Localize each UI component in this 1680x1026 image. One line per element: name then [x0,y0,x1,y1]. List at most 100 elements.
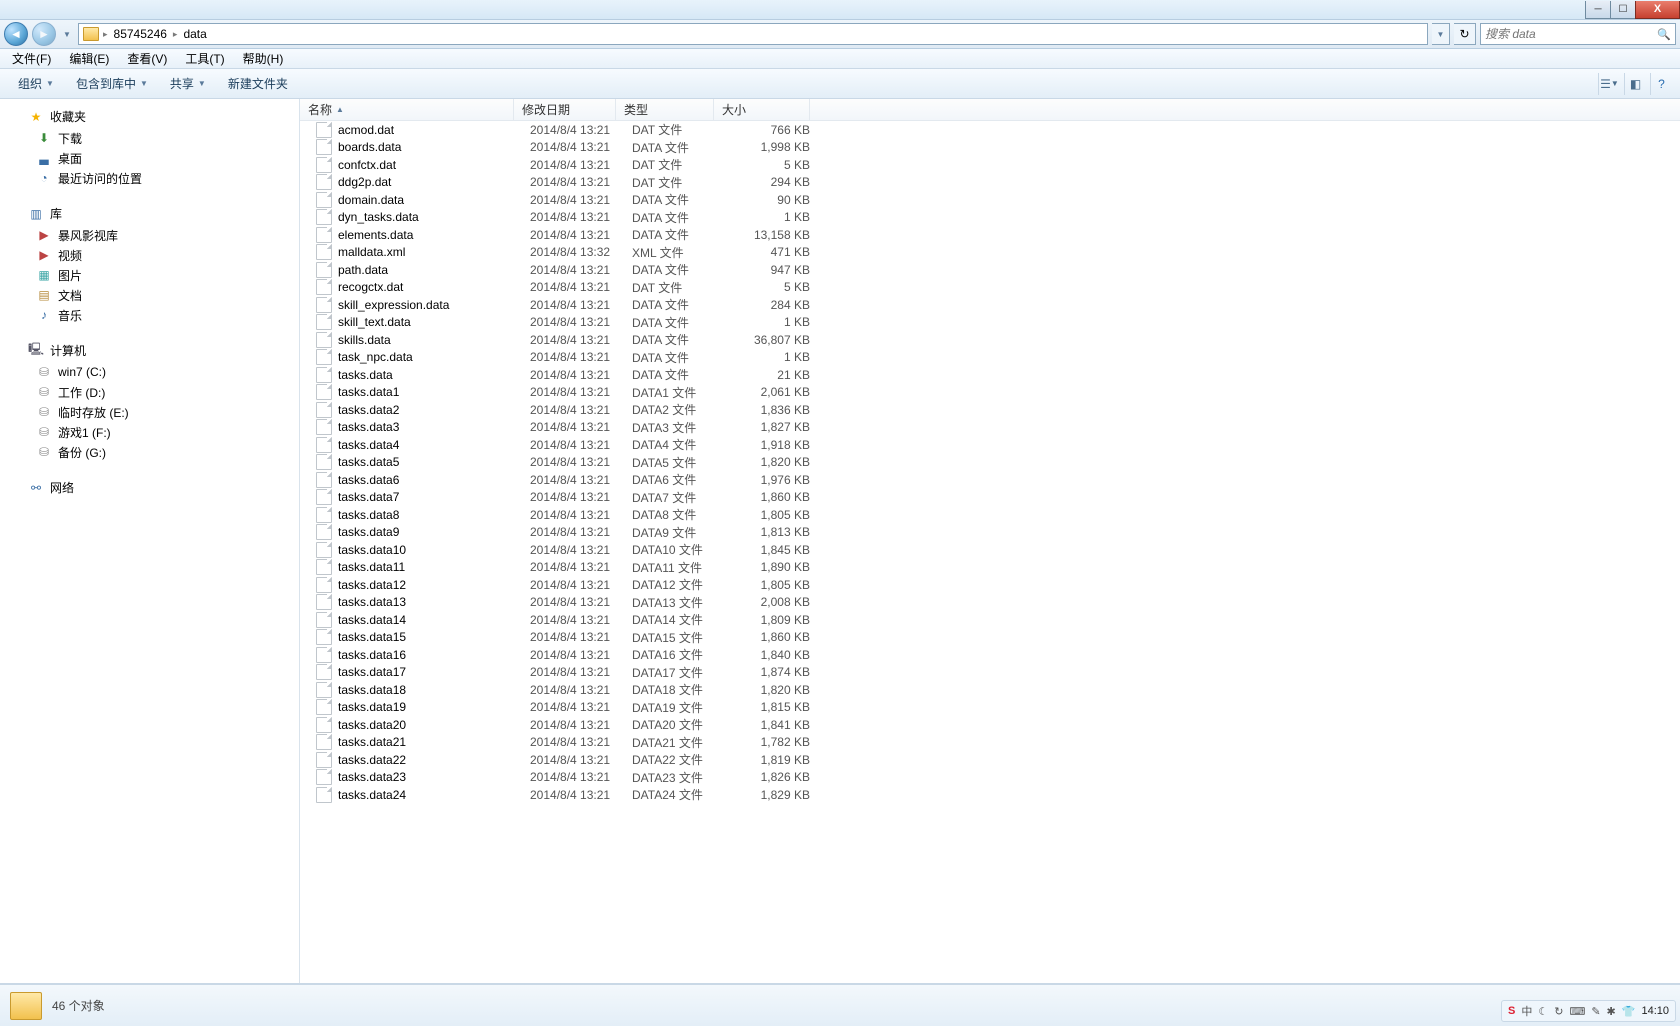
file-row[interactable]: tasks.data12014/8/4 13:21DATA1 文件2,061 K… [300,384,1680,402]
file-row[interactable]: tasks.data142014/8/4 13:21DATA14 文件1,809… [300,611,1680,629]
keyboard-icon[interactable]: ⌨ [1569,1005,1585,1018]
breadcrumb-seg1[interactable]: 85745246 [112,24,169,44]
file-row[interactable]: tasks.data212014/8/4 13:21DATA21 文件1,782… [300,734,1680,752]
column-name[interactable]: 名称▲ [300,99,514,120]
sidebar-music[interactable]: ♪音乐 [6,305,299,325]
file-row[interactable]: tasks.data22014/8/4 13:21DATA2 文件1,836 K… [300,401,1680,419]
maximize-button[interactable]: ☐ [1610,1,1636,19]
file-row[interactable]: skill_expression.data2014/8/4 13:21DATA … [300,296,1680,314]
view-mode-button[interactable]: ☰ ▼ [1598,73,1620,95]
tool-icon[interactable]: ✎ [1591,1005,1600,1018]
file-row[interactable]: tasks.data172014/8/4 13:21DATA17 文件1,874… [300,664,1680,682]
menu-view[interactable]: 查看(V) [119,48,175,69]
file-row[interactable]: skill_text.data2014/8/4 13:21DATA 文件1 KB [300,314,1680,332]
sidebar-drive-g[interactable]: ⛁备份 (G:) [6,442,299,462]
file-row[interactable]: skills.data2014/8/4 13:21DATA 文件36,807 K… [300,331,1680,349]
file-row[interactable]: tasks.data162014/8/4 13:21DATA16 文件1,840… [300,646,1680,664]
file-row[interactable]: tasks.data2014/8/4 13:21DATA 文件21 KB [300,366,1680,384]
file-row[interactable]: tasks.data242014/8/4 13:21DATA24 文件1,829… [300,786,1680,804]
file-row[interactable]: recogctx.dat2014/8/4 13:21DAT 文件5 KB [300,279,1680,297]
file-row[interactable]: tasks.data32014/8/4 13:21DATA3 文件1,827 K… [300,419,1680,437]
file-row[interactable]: malldata.xml2014/8/4 13:32XML 文件471 KB [300,244,1680,262]
menu-help[interactable]: 帮助(H) [235,48,292,69]
history-dropdown[interactable]: ▼ [60,24,74,44]
forward-button[interactable]: ► [32,22,56,46]
menu-tools[interactable]: 工具(T) [177,48,232,69]
sidebar-recent[interactable]: ◔最近访问的位置 [6,168,299,188]
column-date[interactable]: 修改日期 [514,99,616,120]
preview-pane-button[interactable]: ◧ [1624,73,1646,95]
file-row[interactable]: tasks.data62014/8/4 13:21DATA6 文件1,976 K… [300,471,1680,489]
minimize-button[interactable]: ─ [1585,1,1611,19]
sidebar-drive-d[interactable]: ⛁工作 (D:) [6,382,299,402]
help-button[interactable]: ? [1650,73,1672,95]
file-row[interactable]: tasks.data82014/8/4 13:21DATA8 文件1,805 K… [300,506,1680,524]
ime-icon[interactable]: S [1508,1005,1515,1017]
sidebar-downloads[interactable]: ⬇下载 [6,128,299,148]
search-icon[interactable]: 🔍 [1657,28,1671,41]
share-button[interactable]: 共享▼ [160,71,216,96]
file-row[interactable]: confctx.dat2014/8/4 13:21DAT 文件5 KB [300,156,1680,174]
file-row[interactable]: tasks.data192014/8/4 13:21DATA19 文件1,815… [300,699,1680,717]
clock[interactable]: 14:10 [1641,1005,1669,1017]
sidebar-drive-c[interactable]: ⛁win7 (C:) [6,362,299,382]
file-row[interactable]: task_npc.data2014/8/4 13:21DATA 文件1 KB [300,349,1680,367]
file-list[interactable]: acmod.dat2014/8/4 13:21DAT 文件766 KBboard… [300,121,1680,983]
file-row[interactable]: tasks.data42014/8/4 13:21DATA4 文件1,918 K… [300,436,1680,454]
sync-icon[interactable]: ↻ [1554,1005,1563,1018]
file-row[interactable]: boards.data2014/8/4 13:21DATA 文件1,998 KB [300,139,1680,157]
breadcrumb-sep[interactable]: ▸ [173,29,178,40]
file-row[interactable]: domain.data2014/8/4 13:21DATA 文件90 KB [300,191,1680,209]
skin-icon[interactable]: 👕 [1622,1005,1636,1018]
refresh-button[interactable]: ↻ [1454,23,1476,45]
file-row[interactable]: ddg2p.dat2014/8/4 13:21DAT 文件294 KB [300,174,1680,192]
breadcrumb-sep[interactable]: ▸ [103,29,108,40]
menu-edit[interactable]: 编辑(E) [61,48,117,69]
sidebar-network[interactable]: ⚯网络 [6,476,299,499]
file-row[interactable]: dyn_tasks.data2014/8/4 13:21DATA 文件1 KB [300,209,1680,227]
navigation-pane[interactable]: ★收藏夹 ⬇下载 ▃桌面 ◔最近访问的位置 ▥库 ▶暴风影视库 ▶视频 ▦图片 … [0,99,300,983]
ime-label[interactable]: 中 [1521,1003,1532,1019]
back-button[interactable]: ◄ [4,22,28,46]
file-row[interactable]: tasks.data202014/8/4 13:21DATA20 文件1,841… [300,716,1680,734]
sidebar-drive-e[interactable]: ⛁临时存放 (E:) [6,402,299,422]
menu-file[interactable]: 文件(F) [4,48,59,69]
file-row[interactable]: tasks.data222014/8/4 13:21DATA22 文件1,819… [300,751,1680,769]
file-row[interactable]: tasks.data52014/8/4 13:21DATA5 文件1,820 K… [300,454,1680,472]
moon-icon[interactable]: ☾ [1538,1005,1548,1018]
sidebar-libraries[interactable]: ▥库 [6,202,299,225]
breadcrumb-seg2[interactable]: data [181,24,208,44]
sidebar-drive-f[interactable]: ⛁游戏1 (F:) [6,422,299,442]
file-row[interactable]: tasks.data152014/8/4 13:21DATA15 文件1,860… [300,629,1680,647]
address-bar[interactable]: ▸ 85745246 ▸ data [78,23,1428,45]
sidebar-desktop[interactable]: ▃桌面 [6,148,299,168]
file-row[interactable]: acmod.dat2014/8/4 13:21DAT 文件766 KB [300,121,1680,139]
file-row[interactable]: tasks.data92014/8/4 13:21DATA9 文件1,813 K… [300,524,1680,542]
sidebar-pictures[interactable]: ▦图片 [6,265,299,285]
file-row[interactable]: elements.data2014/8/4 13:21DATA 文件13,158… [300,226,1680,244]
sidebar-videos[interactable]: ▶视频 [6,245,299,265]
column-type[interactable]: 类型 [616,99,714,120]
file-row[interactable]: tasks.data132014/8/4 13:21DATA13 文件2,008… [300,594,1680,612]
newfolder-button[interactable]: 新建文件夹 [218,71,298,96]
search-input[interactable] [1485,27,1653,41]
settings-icon[interactable]: ✱ [1607,1005,1616,1018]
column-size[interactable]: 大小 [714,99,810,120]
include-button[interactable]: 包含到库中▼ [66,71,158,96]
sidebar-documents[interactable]: ▤文档 [6,285,299,305]
sidebar-favorites[interactable]: ★收藏夹 [6,105,299,128]
file-row[interactable]: tasks.data182014/8/4 13:21DATA18 文件1,820… [300,681,1680,699]
sidebar-computer[interactable]: 🖳计算机 [6,339,299,362]
file-row[interactable]: path.data2014/8/4 13:21DATA 文件947 KB [300,261,1680,279]
organize-button[interactable]: 组织▼ [8,71,64,96]
close-button[interactable]: X [1635,1,1680,19]
file-row[interactable]: tasks.data112014/8/4 13:21DATA11 文件1,890… [300,559,1680,577]
search-box[interactable]: 🔍 [1480,23,1676,45]
address-dropdown[interactable]: ▼ [1432,23,1450,45]
file-row[interactable]: tasks.data232014/8/4 13:21DATA23 文件1,826… [300,769,1680,787]
system-tray[interactable]: S 中 ☾ ↻ ⌨ ✎ ✱ 👕 14:10 [1501,1000,1676,1022]
file-row[interactable]: tasks.data122014/8/4 13:21DATA12 文件1,805… [300,576,1680,594]
file-row[interactable]: tasks.data102014/8/4 13:21DATA10 文件1,845… [300,541,1680,559]
file-row[interactable]: tasks.data72014/8/4 13:21DATA7 文件1,860 K… [300,489,1680,507]
sidebar-baofeng[interactable]: ▶暴风影视库 [6,225,299,245]
